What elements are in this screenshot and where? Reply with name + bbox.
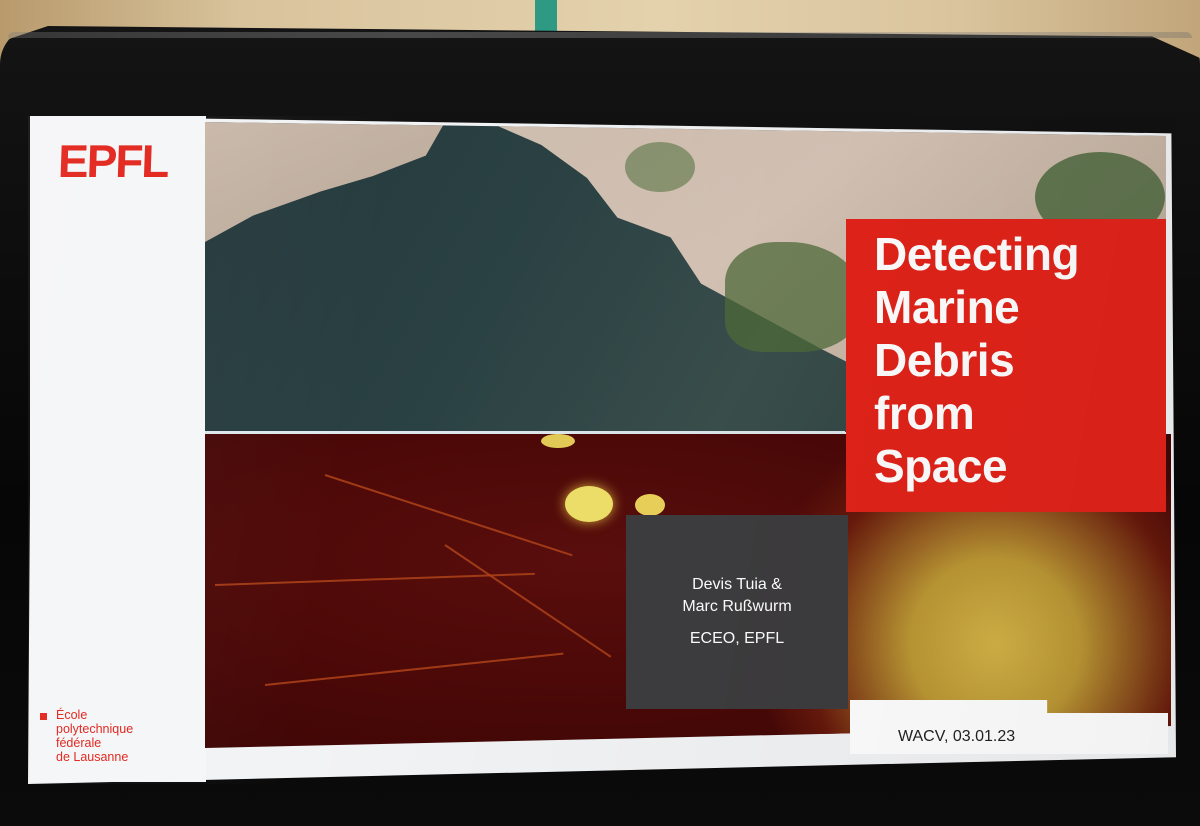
image-divider [205,431,845,434]
heatmap-hotspot [565,486,613,522]
institution-name: École polytechnique fédérale de Lausanne [56,708,134,764]
peninsula-land [205,122,445,242]
vegetation-patch [625,142,695,192]
epfl-logo: EPFL [57,135,169,187]
author-names: Devis Tuia & Marc Rußwurm [682,576,792,615]
heatmap-streak [444,544,612,658]
heatmap-hotspot [541,434,575,448]
slide-title: Detecting Marine Debris from Space [874,228,1080,492]
heatmap-streak [264,652,564,686]
heatmap-hotspot [635,494,665,516]
conference-date: WACV, 03.01.23 [898,728,1016,745]
slide-sidebar [30,116,206,782]
institution-bullet-icon [40,713,47,720]
laptop-lid-edge [8,32,1192,38]
heatmap-streak [324,474,573,557]
wall-tape [535,0,557,36]
author-affiliation: ECEO, EPFL [689,630,785,647]
